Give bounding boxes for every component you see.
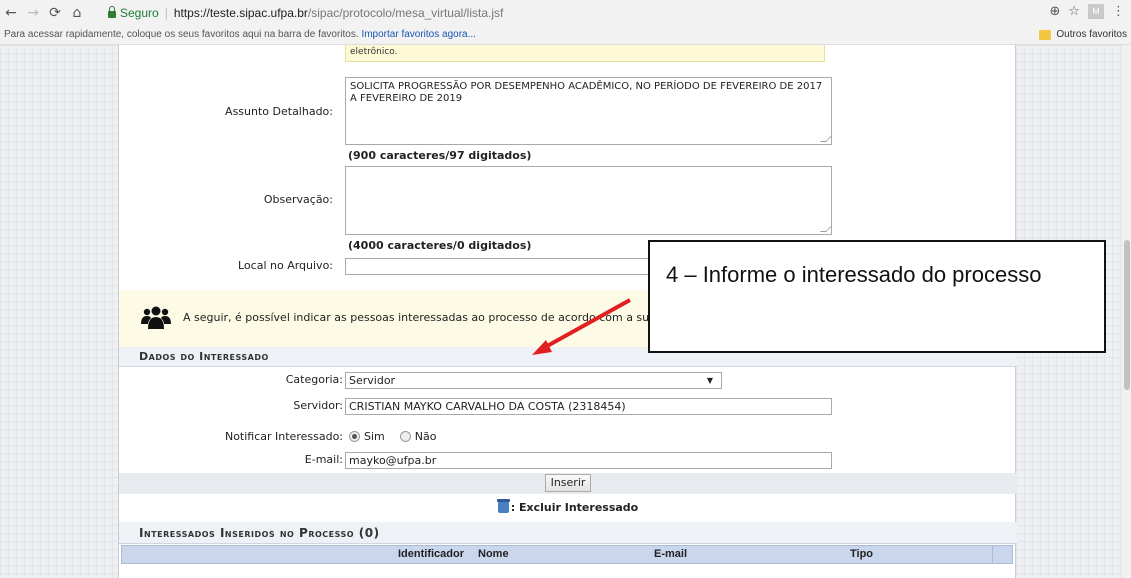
assunto-label: Assunto Detalhado: <box>225 105 333 118</box>
radio-nao-label: Não <box>414 430 437 443</box>
lock-icon <box>108 5 116 18</box>
bookmarks-bar: Para acessar rapidamente, coloque os seu… <box>0 26 1131 45</box>
other-bookmarks[interactable]: Outros favoritos <box>1039 26 1127 44</box>
address-bar[interactable]: Seguro | https://teste.sipac.ufpa.br/sip… <box>108 3 1028 23</box>
button-band: Inserir <box>119 473 1017 494</box>
servidor-label: Servidor: <box>293 399 343 412</box>
local-input[interactable] <box>345 258 665 275</box>
local-label: Local no Arquivo: <box>237 259 333 272</box>
categoria-label: Categoria: <box>285 373 343 386</box>
scrollbar-thumb[interactable] <box>1124 240 1130 390</box>
bookmarks-hint: Para acessar rapidamente, coloque os seu… <box>4 29 359 40</box>
toolbar-actions: ⊕ ☆ M ⋮ <box>1049 4 1125 19</box>
notificar-radio-group: Sim Não <box>349 429 436 443</box>
observacao-counter: (4000 caracteres/0 digitados) <box>348 239 532 252</box>
categoria-select[interactable]: Servidor ▼ <box>345 372 722 389</box>
inseridos-header: Interessados Inseridos no Processo (0) <box>119 522 1017 544</box>
inseridos-table-header: Identificador Nome E-mail Tipo <box>121 545 1013 564</box>
people-icon <box>141 306 171 329</box>
resize-handle[interactable] <box>820 226 832 232</box>
col-tipo: Tipo <box>850 548 874 560</box>
col-identificador: Identificador <box>398 548 465 560</box>
star-icon[interactable]: ☆ <box>1068 4 1080 19</box>
radio-sim-label: Sim <box>364 430 385 443</box>
inserir-button[interactable]: Inserir <box>545 474 591 492</box>
email-label: E-mail: <box>304 453 343 466</box>
info-text: A seguir, é possível indicar as pessoas … <box>183 311 684 324</box>
extension-icon[interactable]: M <box>1088 4 1104 19</box>
forward-arrow-icon[interactable]: → <box>22 5 44 21</box>
col-email: E-mail <box>654 548 688 560</box>
url-path: /sipac/protocolo/mesa_virtual/lista.jsf <box>307 6 504 20</box>
back-arrow-icon[interactable]: ← <box>0 5 22 21</box>
reload-icon[interactable]: ⟳ <box>44 5 66 21</box>
radio-nao[interactable] <box>399 431 411 442</box>
browser-toolbar: ← → ⟳ ⌂ Seguro | https://teste.sipac.ufp… <box>0 0 1131 26</box>
assunto-value: SOLICITA PROGRESSÃO POR DESEMPENHO ACADÊ… <box>350 81 823 104</box>
scrollbar[interactable] <box>1123 45 1131 578</box>
col-nome: Nome <box>478 548 509 560</box>
import-bookmarks-link[interactable]: Importar favoritos agora... <box>361 29 476 40</box>
notificar-label: Notificar Interessado: <box>224 430 343 443</box>
top-notice: eletrônico. <box>345 45 825 62</box>
zoom-icon[interactable]: ⊕ <box>1049 4 1060 19</box>
other-bookmarks-label: Outros favoritos <box>1056 29 1127 40</box>
observacao-textarea[interactable] <box>345 166 832 235</box>
url-separator: | <box>164 6 168 20</box>
radio-sim[interactable] <box>349 431 360 442</box>
email-input[interactable]: mayko@ufpa.br <box>345 452 832 469</box>
assunto-textarea[interactable]: SOLICITA PROGRESSÃO POR DESEMPENHO ACADÊ… <box>345 77 832 145</box>
trash-icon <box>496 499 510 513</box>
url-host: https://teste.sipac.ufpa.br <box>173 6 308 20</box>
secure-label: Seguro <box>120 6 159 20</box>
observacao-label: Observação: <box>263 193 333 206</box>
col-divider <box>992 546 993 563</box>
excluir-legend-text: : Excluir Interessado <box>510 501 639 514</box>
excluir-legend: : Excluir Interessado <box>119 499 1017 514</box>
annotation-callout: 4 – Informe o interessado do processo <box>648 240 1106 353</box>
assunto-counter: (900 caracteres/97 digitados) <box>348 149 532 162</box>
categoria-value: Servidor <box>349 374 396 387</box>
servidor-input[interactable]: CRISTIAN MAYKO CARVALHO DA COSTA (231845… <box>345 398 832 415</box>
home-icon[interactable]: ⌂ <box>66 5 88 21</box>
chevron-down-icon: ▼ <box>706 376 713 385</box>
resize-handle[interactable] <box>820 136 832 142</box>
menu-icon[interactable]: ⋮ <box>1112 4 1125 19</box>
folder-icon <box>1039 30 1052 40</box>
